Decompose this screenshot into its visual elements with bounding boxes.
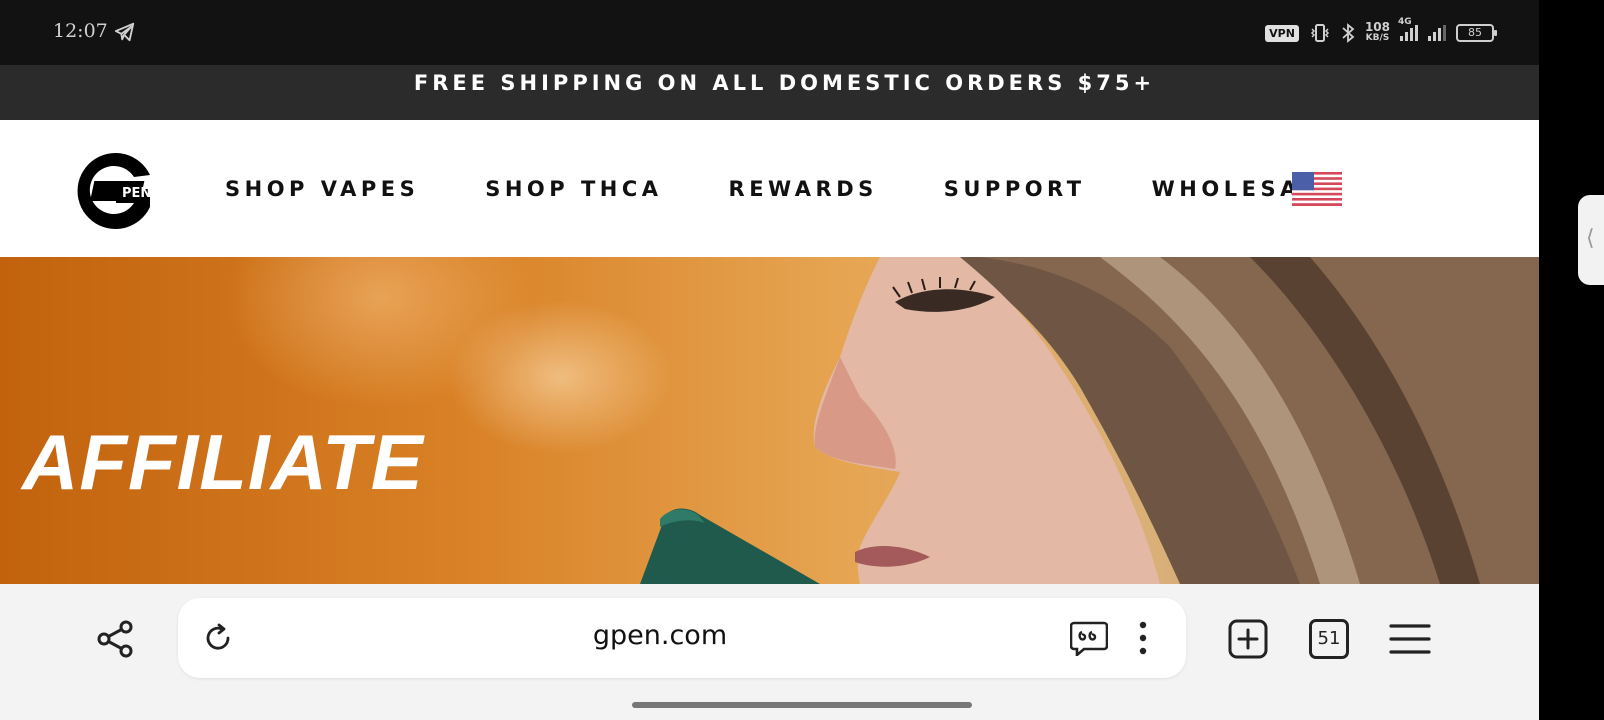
nav-shop-thca[interactable]: SHOP THCA	[485, 177, 662, 201]
nav-rewards[interactable]: REWARDS	[729, 177, 878, 201]
us-flag-icon[interactable]	[1292, 172, 1342, 206]
more-options-icon[interactable]	[1138, 620, 1148, 656]
tab-count-button[interactable]: 51	[1309, 619, 1349, 659]
network-speed: 108 KB/S	[1364, 20, 1390, 44]
promo-banner: FREE SHIPPING ON ALL DOMESTIC ORDERS $75…	[0, 65, 1539, 120]
share-icon[interactable]	[95, 619, 135, 659]
hamburger-menu-icon[interactable]	[1389, 621, 1431, 657]
status-time: 12:07	[53, 20, 108, 42]
battery-level: 85	[1468, 26, 1482, 39]
nav-support[interactable]: SUPPORT	[944, 177, 1086, 201]
status-icons: VPN 108 KB/S 4G 85	[1265, 17, 1497, 48]
logo-text: PEN	[122, 186, 151, 201]
promo-text: FREE SHIPPING ON ALL DOMESTIC ORDERS $75…	[413, 71, 1156, 95]
address-bar[interactable]: gpen.com	[178, 598, 1186, 678]
telegram-icon	[114, 22, 135, 42]
nav-shop-vapes[interactable]: SHOP VAPES	[225, 177, 419, 201]
gpen-logo[interactable]: PEN	[66, 145, 156, 233]
speed-value: 108	[1364, 20, 1390, 34]
chevron-left-icon: ⟨	[1586, 225, 1595, 250]
phone-screen: 12:07 VPN 108 KB/S 4G 85 FREE SHIPPING O…	[0, 0, 1604, 720]
side-panel-handle[interactable]: ⟨	[1578, 195, 1604, 285]
url-text[interactable]: gpen.com	[178, 620, 1142, 651]
new-tab-icon[interactable]	[1228, 619, 1268, 659]
status-bar: 12:07 VPN 108 KB/S 4G 85	[0, 0, 1539, 65]
hero-banner: AFFILIATE	[0, 257, 1539, 584]
speed-unit: KB/S	[1365, 33, 1390, 43]
main-nav: SHOP VAPES SHOP THCA REWARDS SUPPORT WHO…	[225, 120, 1310, 257]
home-indicator[interactable]	[632, 702, 972, 708]
vpn-badge: VPN	[1265, 24, 1299, 42]
bluetooth-icon	[1342, 23, 1355, 43]
side-strip	[1539, 0, 1604, 694]
network-type: 4G	[1398, 17, 1412, 27]
signal-bars-icon	[1400, 25, 1418, 41]
site-header: PEN SHOP VAPES SHOP THCA REWARDS SUPPORT…	[0, 120, 1539, 257]
reader-quote-icon[interactable]	[1070, 620, 1108, 656]
hero-title: AFFILIATE	[22, 418, 424, 506]
browser-toolbar: gpen.com 51	[0, 584, 1539, 720]
tab-count: 51	[1317, 628, 1341, 649]
vibrate-icon	[1310, 24, 1329, 42]
nav-wholesale[interactable]: WHOLESALE	[1152, 177, 1310, 201]
signal-4g: 4G	[1398, 17, 1418, 41]
signal-bars-2-icon	[1428, 25, 1446, 41]
battery-icon: 85	[1456, 24, 1497, 42]
